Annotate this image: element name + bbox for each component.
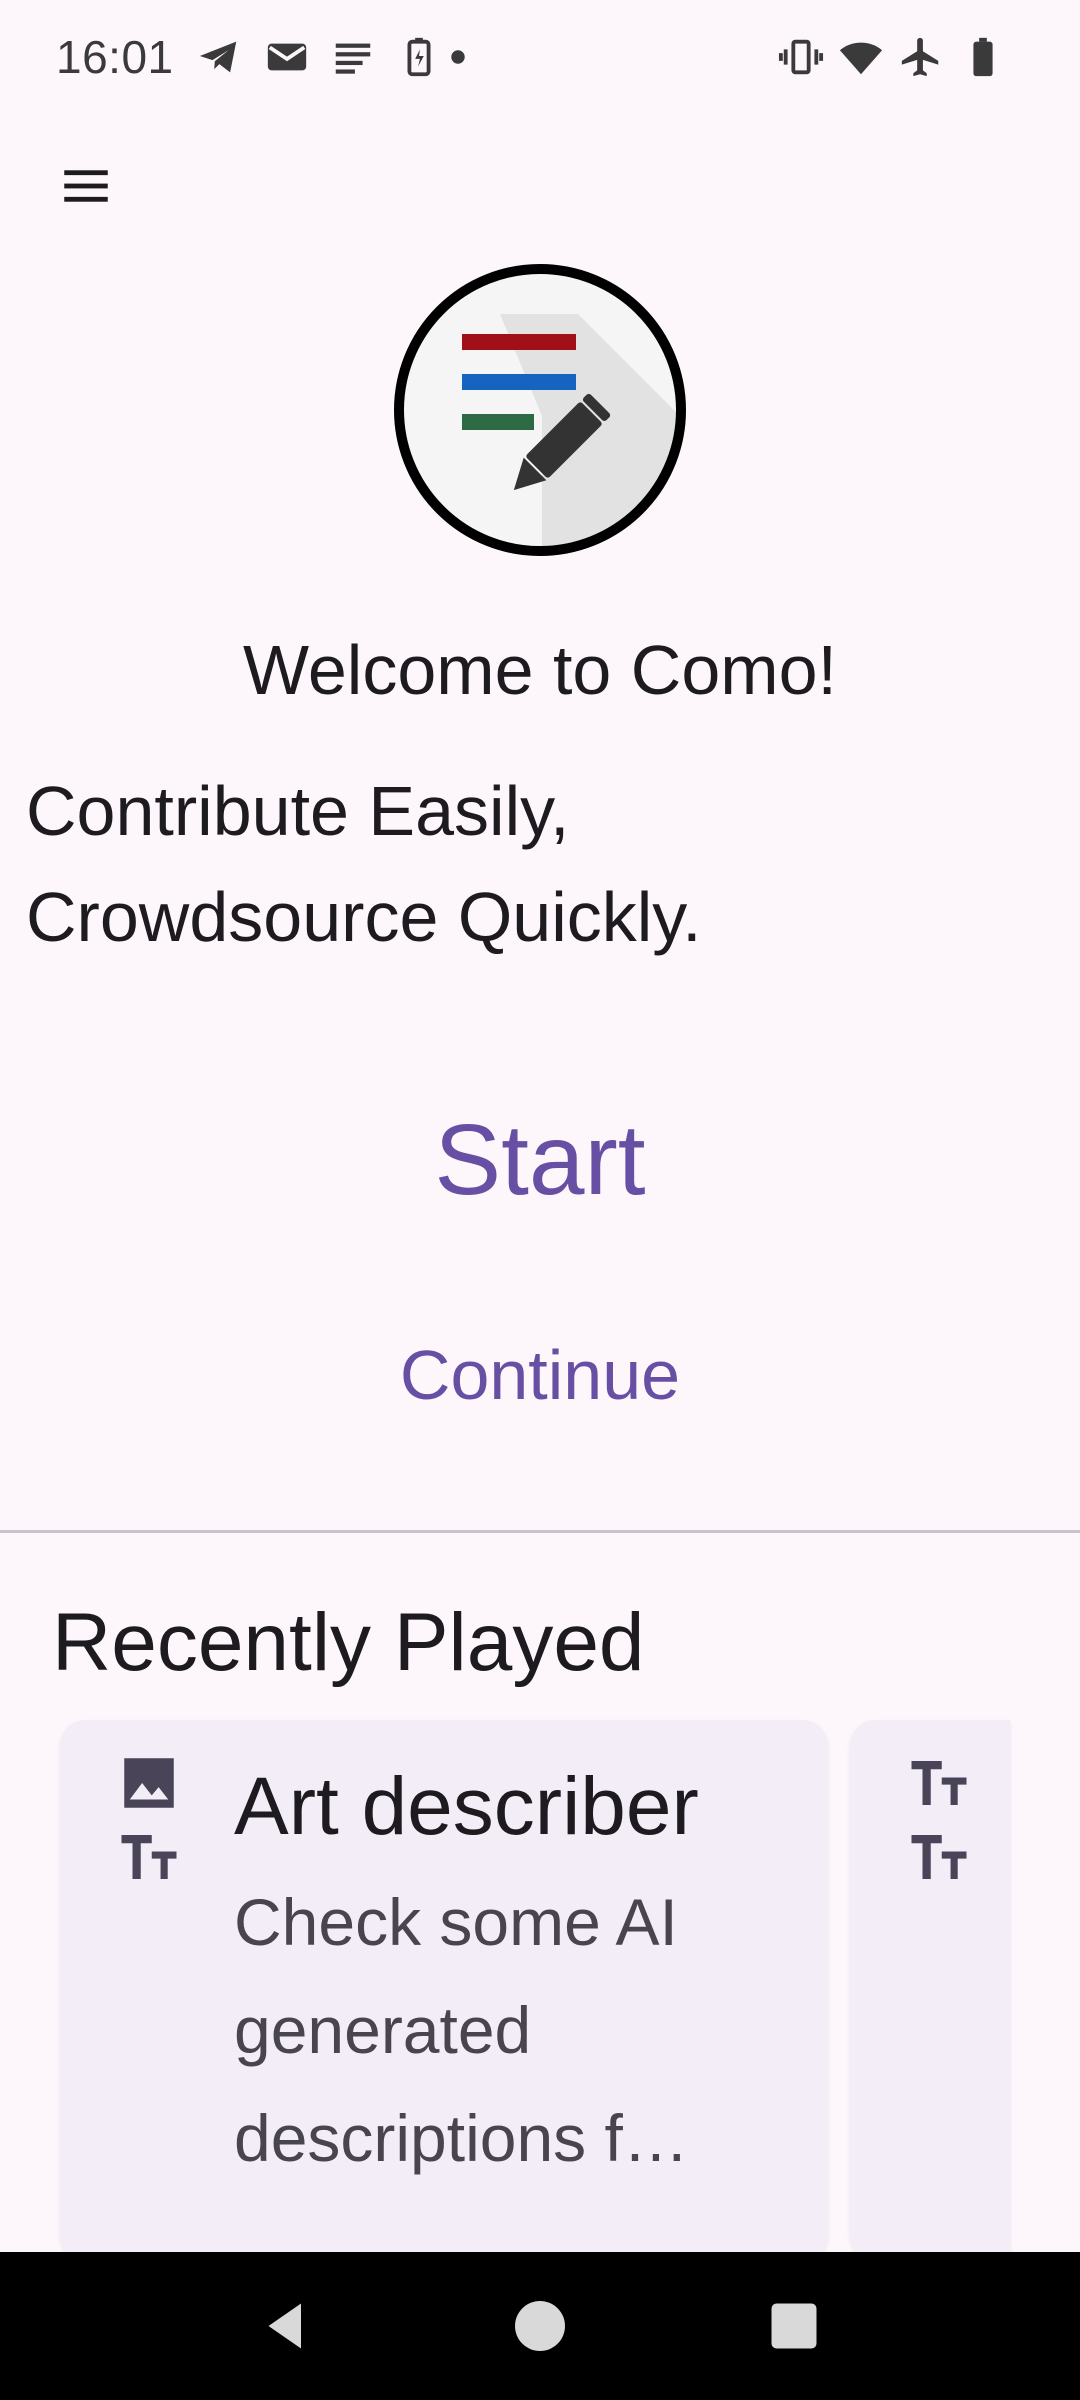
card-description: Check some AI generated descriptions f…	[234, 1885, 689, 2175]
back-button[interactable]	[246, 2286, 326, 2366]
start-button[interactable]: Start	[340, 1090, 740, 1230]
recent-card-art-describer[interactable]: Art describer Check some AI generated de…	[60, 1720, 828, 2260]
menu-icon	[64, 170, 108, 202]
image-icon	[116, 1750, 182, 1816]
menu-button[interactable]	[40, 140, 132, 232]
notes-icon	[330, 34, 376, 80]
recents-button[interactable]	[754, 2286, 834, 2366]
tagline: Contribute Easily, Crowdsource Quickly.	[26, 758, 1026, 970]
recently-played-title: Recently Played	[52, 1597, 645, 1688]
dot-icon	[446, 34, 470, 80]
airplane-mode-icon	[898, 34, 944, 80]
system-navigation-bar	[0, 2252, 1080, 2400]
welcome-heading: Welcome to Como!	[243, 631, 837, 709]
card-title: Art describer	[234, 1761, 699, 1852]
battery-icon	[960, 34, 1006, 80]
status-bar: 16:01	[0, 0, 1080, 118]
home-icon	[515, 2301, 565, 2351]
recents-icon	[771, 2303, 817, 2349]
battery-saver-icon	[396, 34, 442, 80]
vibrate-icon	[778, 34, 824, 80]
home-button[interactable]	[500, 2286, 580, 2366]
telegram-icon	[196, 34, 242, 80]
text-fields-icon	[116, 1824, 182, 1890]
back-icon	[268, 2303, 301, 2349]
text-fields-icon	[906, 1824, 972, 1890]
text-fields-icon	[906, 1750, 972, 1816]
continue-button[interactable]: Continue	[340, 1320, 740, 1430]
recent-card-2[interactable]	[850, 1720, 1010, 2260]
wifi-icon	[838, 34, 884, 80]
como-logo	[392, 262, 688, 558]
tagline-line-1: Contribute Easily,	[26, 772, 570, 850]
status-time: 16:01	[56, 31, 174, 83]
como-home-screen: 16:01 Welcome to Como! Contribute Easily…	[0, 0, 1080, 2400]
divider	[0, 1530, 1080, 1533]
mail-icon	[264, 34, 310, 80]
tagline-line-2: Crowdsource Quickly.	[26, 878, 702, 956]
